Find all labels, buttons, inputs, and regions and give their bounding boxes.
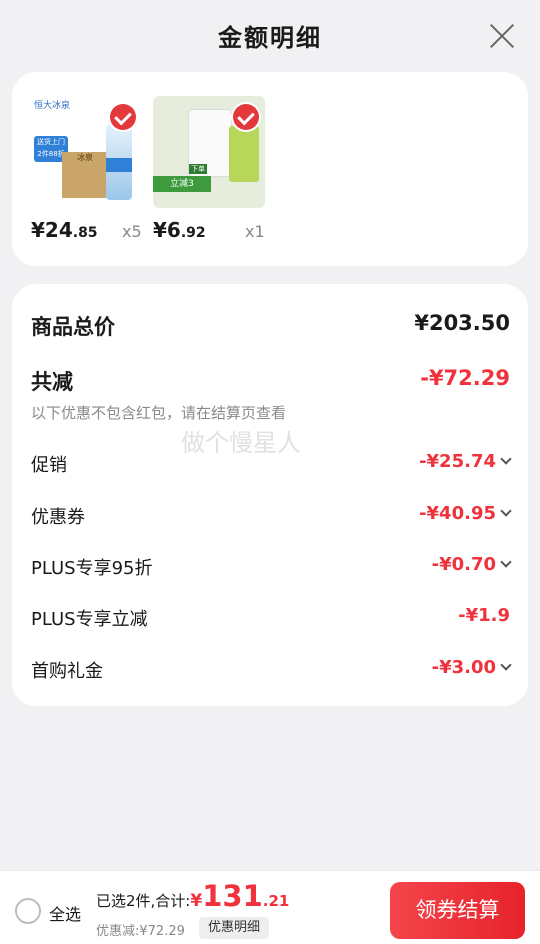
note-text: 以下优惠不包含红包，请在结算页查看 (31, 404, 287, 422)
item-label: PLUS专享立减 (31, 609, 148, 630)
chevron-down-icon (500, 505, 512, 517)
product-image-water[interactable]: 恒大冰泉 送货上门 2件88折 冰泉 (30, 96, 142, 208)
water-bottle (106, 122, 132, 200)
item-value-wrap: -¥25.74 (419, 451, 512, 472)
item-value-wrap: -¥3.00 (431, 657, 512, 678)
total-integer: 131 (202, 879, 263, 913)
chevron-down-icon (500, 659, 512, 671)
item-label: 首购礼金 (31, 661, 103, 682)
discount-summary: 优惠减:¥72.29 (96, 924, 185, 939)
selected-check-icon (233, 104, 259, 130)
product-price-2: ¥6.92 (153, 218, 206, 242)
item-value: -¥0.70 (431, 554, 496, 575)
bottle-label (106, 158, 132, 172)
promo-tag: 下单 (189, 164, 207, 174)
chevron-down-icon (500, 556, 512, 568)
close-icon[interactable] (488, 22, 516, 50)
item-value: -¥40.95 (419, 503, 496, 524)
select-all-radio[interactable] (15, 898, 41, 924)
product-price-1: ¥24.85 (31, 218, 98, 242)
discount-row: 共减 -¥72.29 (31, 366, 510, 396)
checkout-button[interactable]: 领券结算 (390, 882, 525, 939)
total-label: 商品总价 (31, 315, 115, 339)
total-decimal: .21 (262, 892, 290, 910)
item-value: -¥25.74 (419, 451, 496, 472)
summary-card: 商品总价 ¥203.50 共减 -¥72.29 以下优惠不包含红包，请在结算页查… (12, 284, 528, 706)
discount-value: -¥72.29 (420, 366, 510, 390)
watermark: 做个慢星人 (181, 429, 301, 457)
selected-summary: 已选2件,合计:¥131.21 (96, 879, 289, 913)
promo-line-1: 送货上门 (37, 138, 65, 146)
chevron-down-icon (500, 453, 512, 465)
item-value: -¥3.00 (431, 657, 496, 678)
total-currency: ¥ (190, 891, 203, 911)
total-row: 商品总价 ¥203.50 (31, 311, 510, 341)
item-label: PLUS专享95折 (31, 558, 153, 579)
selected-check-icon (110, 104, 136, 130)
item-value-wrap: -¥0.70 (431, 554, 512, 575)
total-value: ¥203.50 (414, 311, 510, 335)
item-value-wrap: -¥40.95 (419, 503, 512, 524)
promo-banner: 立减3 (153, 176, 211, 192)
water-box: 冰泉 (62, 152, 108, 198)
item-value: -¥1.9 (458, 605, 510, 626)
header: 金额明细 (0, 0, 540, 70)
product-card: 恒大冰泉 送货上门 2件88折 冰泉 下单 立减3 ¥24.85 x5 ¥6.9… (12, 72, 528, 266)
tissue-pack (229, 126, 259, 182)
item-label: 优惠券 (31, 507, 85, 528)
item-label: 促销 (31, 455, 67, 476)
selected-text: 已选2件,合计: (96, 892, 191, 910)
checkout-bar: 全选 已选2件,合计:¥131.21 优惠减:¥72.29 优惠明细 领券结算 (0, 870, 540, 944)
select-all-label[interactable]: 全选 (49, 901, 81, 925)
product-qty-1: x5 (122, 222, 142, 241)
product-qty-2: x1 (245, 222, 265, 241)
discount-label: 共减 (31, 370, 73, 394)
product-image-tissue[interactable]: 下单 立减3 (153, 96, 265, 208)
box-text: 冰泉 (77, 153, 93, 162)
brand-logo: 恒大冰泉 (34, 101, 71, 111)
page-title: 金额明细 (218, 24, 322, 52)
discount-detail-tag[interactable]: 优惠明细 (199, 917, 270, 939)
